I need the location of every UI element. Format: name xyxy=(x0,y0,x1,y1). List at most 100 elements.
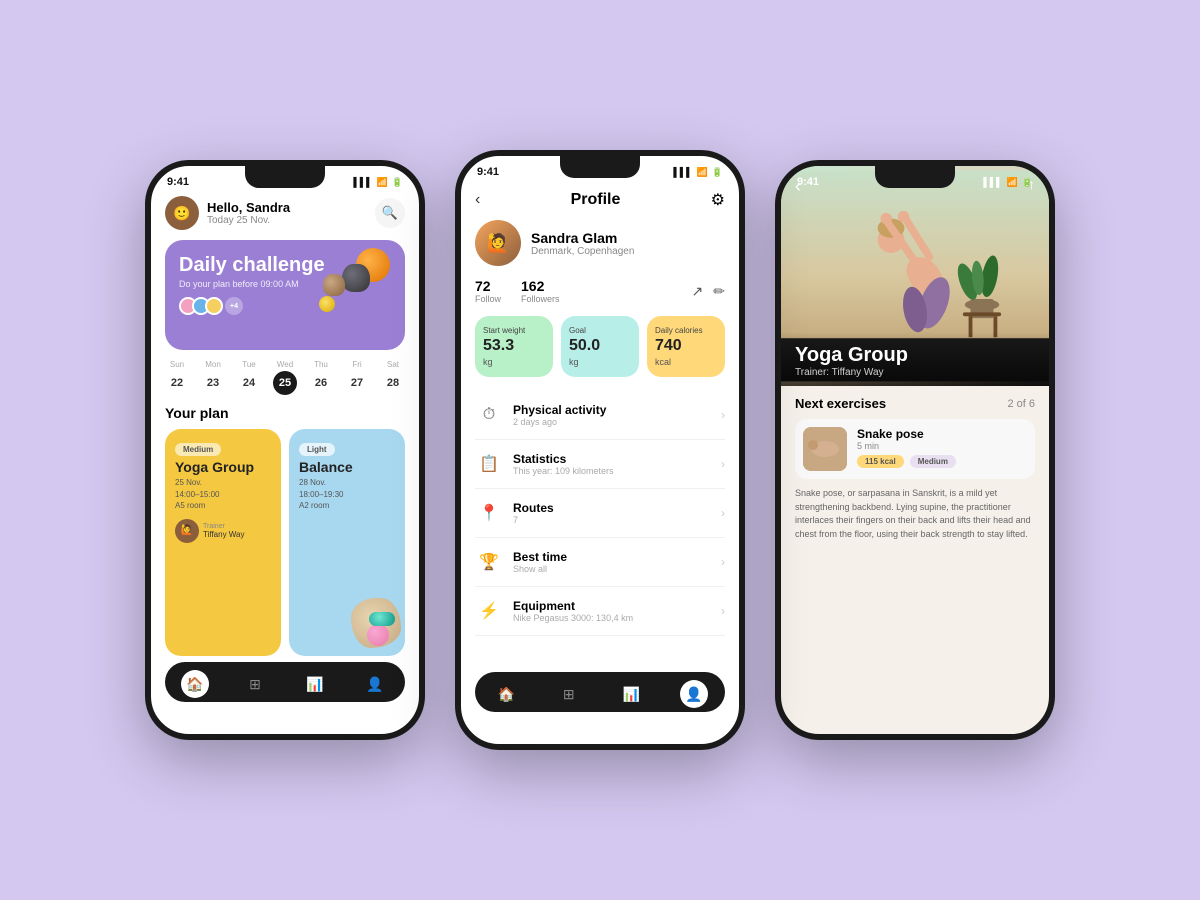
status-icons-2: ▌▌▌ 📶 🔋 xyxy=(673,167,723,178)
chart-icon[interactable]: 📊 xyxy=(301,670,329,698)
settings-button[interactable]: ⚙ xyxy=(711,190,725,210)
equipment-title: Equipment xyxy=(513,599,721,613)
challenge-shapes xyxy=(315,246,395,326)
exercise-description: Snake pose, or sarpasana in Sanskrit, is… xyxy=(795,487,1035,541)
calories-label: Daily calories xyxy=(655,326,717,335)
day-fri[interactable]: Fri 27 xyxy=(345,360,369,395)
status-icons-1: ▌▌▌ 📶 🔋 xyxy=(353,177,403,188)
statistics-text: Statistics This year: 109 kilometers xyxy=(513,452,721,476)
notch-3 xyxy=(875,166,955,188)
notch-2 xyxy=(560,156,640,178)
statistics-icon: 📋 xyxy=(475,450,503,478)
menu-best-time[interactable]: 🏆 Best time Show all › xyxy=(475,538,725,587)
header-text: Hello, Sandra Today 25 Nov. xyxy=(207,200,290,226)
exercise-name: Snake pose xyxy=(857,427,1027,441)
day-mon[interactable]: Mon 23 xyxy=(201,360,225,395)
nav-chart-2[interactable]: 📊 xyxy=(617,680,645,708)
plan-section-title: Your plan xyxy=(165,405,405,421)
person-icon[interactable]: 👤 xyxy=(361,670,389,698)
equipment-text: Equipment Nike Pegasus 3000: 130,4 km xyxy=(513,599,721,623)
shape-tan xyxy=(323,274,345,296)
day-sat[interactable]: Sat 28 xyxy=(381,360,405,395)
day-wed[interactable]: Wed 25 xyxy=(273,360,297,395)
menu-equipment[interactable]: ⚡ Equipment Nike Pegasus 3000: 130,4 km … xyxy=(475,587,725,636)
pink-circle xyxy=(367,624,389,646)
nav-chart-1[interactable]: 📊 xyxy=(301,670,329,698)
nav-person-1[interactable]: 👤 xyxy=(361,670,389,698)
person-icon-2[interactable]: 👤 xyxy=(680,680,708,708)
follow-row: 72 Follow 162 Followers ↗ ✏ xyxy=(475,278,725,304)
best-time-icon: 🏆 xyxy=(475,548,503,576)
home-icon[interactable]: 🏠 xyxy=(181,670,209,698)
stat-calories: Daily calories 740 kcal xyxy=(647,316,725,377)
search-button[interactable]: 🔍 xyxy=(375,198,405,228)
followers-label: Followers xyxy=(521,294,560,304)
plan-card-balance[interactable]: Light Balance 28 Nov.18:00–19:30A2 room xyxy=(289,429,405,656)
user-avatar[interactable]: 🙂 xyxy=(165,196,199,230)
share-profile-button[interactable]: ↗ xyxy=(692,283,704,300)
edit-profile-button[interactable]: ✏ xyxy=(713,283,725,300)
menu-statistics[interactable]: 📋 Statistics This year: 109 kilometers › xyxy=(475,440,725,489)
chart-icon-2[interactable]: 📊 xyxy=(617,680,645,708)
weight-value: 53.3 xyxy=(483,337,545,355)
stat-goal: Goal 50.0 kg xyxy=(561,316,639,377)
bottom-nav-1: 🏠 ⊞ 📊 👤 xyxy=(165,662,405,702)
followers-stat: 162 Followers xyxy=(521,278,560,304)
nav-person-2[interactable]: 👤 xyxy=(680,680,708,708)
equipment-sub: Nike Pegasus 3000: 130,4 km xyxy=(513,613,721,623)
followers-value: 162 xyxy=(521,278,560,294)
activity-sub: 2 days ago xyxy=(513,417,721,427)
back-button[interactable]: ‹ xyxy=(475,191,480,209)
challenge-card[interactable]: Daily challenge Do your plan before 09:0… xyxy=(165,240,405,350)
profile-info: 🙋 Sandra Glam Denmark, Copenhagen xyxy=(475,220,725,266)
plan-cards: Medium Yoga Group 25 Nov.14:00–15:00A5 r… xyxy=(165,429,405,656)
menu-routes[interactable]: 📍 Routes 7 › xyxy=(475,489,725,538)
yoga-trainer: Trainer: Tiffany Way xyxy=(795,367,1035,378)
statistics-title: Statistics xyxy=(513,452,721,466)
yoga-detail: 25 Nov.14:00–15:00A5 room xyxy=(175,477,271,511)
profile-name: Sandra Glam xyxy=(531,230,634,246)
balance-detail: 28 Nov.18:00–19:30A2 room xyxy=(299,477,395,511)
best-time-text: Best time Show all xyxy=(513,550,721,574)
statistics-arrow: › xyxy=(721,457,725,471)
profile-location: Denmark, Copenhagen xyxy=(531,246,634,257)
home-icon-2[interactable]: 🏠 xyxy=(492,680,520,708)
goal-unit: kg xyxy=(569,357,631,367)
stats-cards: Start weight 53.3 kg Goal 50.0 kg Daily … xyxy=(475,316,725,377)
best-time-sub: Show all xyxy=(513,564,721,574)
badge-light: Light xyxy=(299,443,335,456)
follow-value: 72 xyxy=(475,278,501,294)
exercise-info: Snake pose 5 min 115 kcal Medium xyxy=(857,427,1027,468)
best-time-title: Best time xyxy=(513,550,721,564)
badge-medium: Medium xyxy=(175,443,221,456)
exercises-header: Next exercises 2 of 6 xyxy=(795,396,1035,411)
yoga-overlay: Yoga Group Trainer: Tiffany Way xyxy=(781,332,1049,386)
menu-physical-activity[interactable]: ⏱ Physical activity 2 days ago › xyxy=(475,391,725,440)
nav-home-2[interactable]: 🏠 xyxy=(492,680,520,708)
phone3-content: ‹ ↑ xyxy=(781,166,1049,690)
avatar-3 xyxy=(205,297,223,315)
day-thu[interactable]: Thu 26 xyxy=(309,360,333,395)
plan-card-yoga[interactable]: Medium Yoga Group 25 Nov.14:00–15:00A5 r… xyxy=(165,429,281,656)
nav-grid-2[interactable]: ⊞ xyxy=(555,680,583,708)
nav-grid-1[interactable]: ⊞ xyxy=(241,670,269,698)
nav-home-1[interactable]: 🏠 xyxy=(181,670,209,698)
teal-pill xyxy=(369,612,395,626)
bottom-nav-2: 🏠 ⊞ 📊 👤 xyxy=(475,672,725,712)
grid-icon-2[interactable]: ⊞ xyxy=(555,680,583,708)
trainer-info: Trainer Tiffany Way xyxy=(203,523,245,539)
best-time-arrow: › xyxy=(721,555,725,569)
notch xyxy=(245,166,325,188)
day-sun[interactable]: Sun 22 xyxy=(165,360,189,395)
activity-text: Physical activity 2 days ago xyxy=(513,403,721,427)
phone-home: 9:41 ▌▌▌ 📶 🔋 🙂 Hello, Sandra Today 25 No… xyxy=(145,160,425,740)
grid-icon[interactable]: ⊞ xyxy=(241,670,269,698)
calories-value: 740 xyxy=(655,337,717,355)
follow-stats: 72 Follow 162 Followers xyxy=(475,278,560,304)
exercise-thumbnail xyxy=(803,427,847,471)
day-tue[interactable]: Tue 24 xyxy=(237,360,261,395)
statistics-sub: This year: 109 kilometers xyxy=(513,466,721,476)
exercise-card[interactable]: Snake pose 5 min 115 kcal Medium xyxy=(795,419,1035,479)
yoga-image: ‹ ↑ xyxy=(781,166,1049,386)
home-header: 🙂 Hello, Sandra Today 25 Nov. 🔍 xyxy=(165,196,405,230)
